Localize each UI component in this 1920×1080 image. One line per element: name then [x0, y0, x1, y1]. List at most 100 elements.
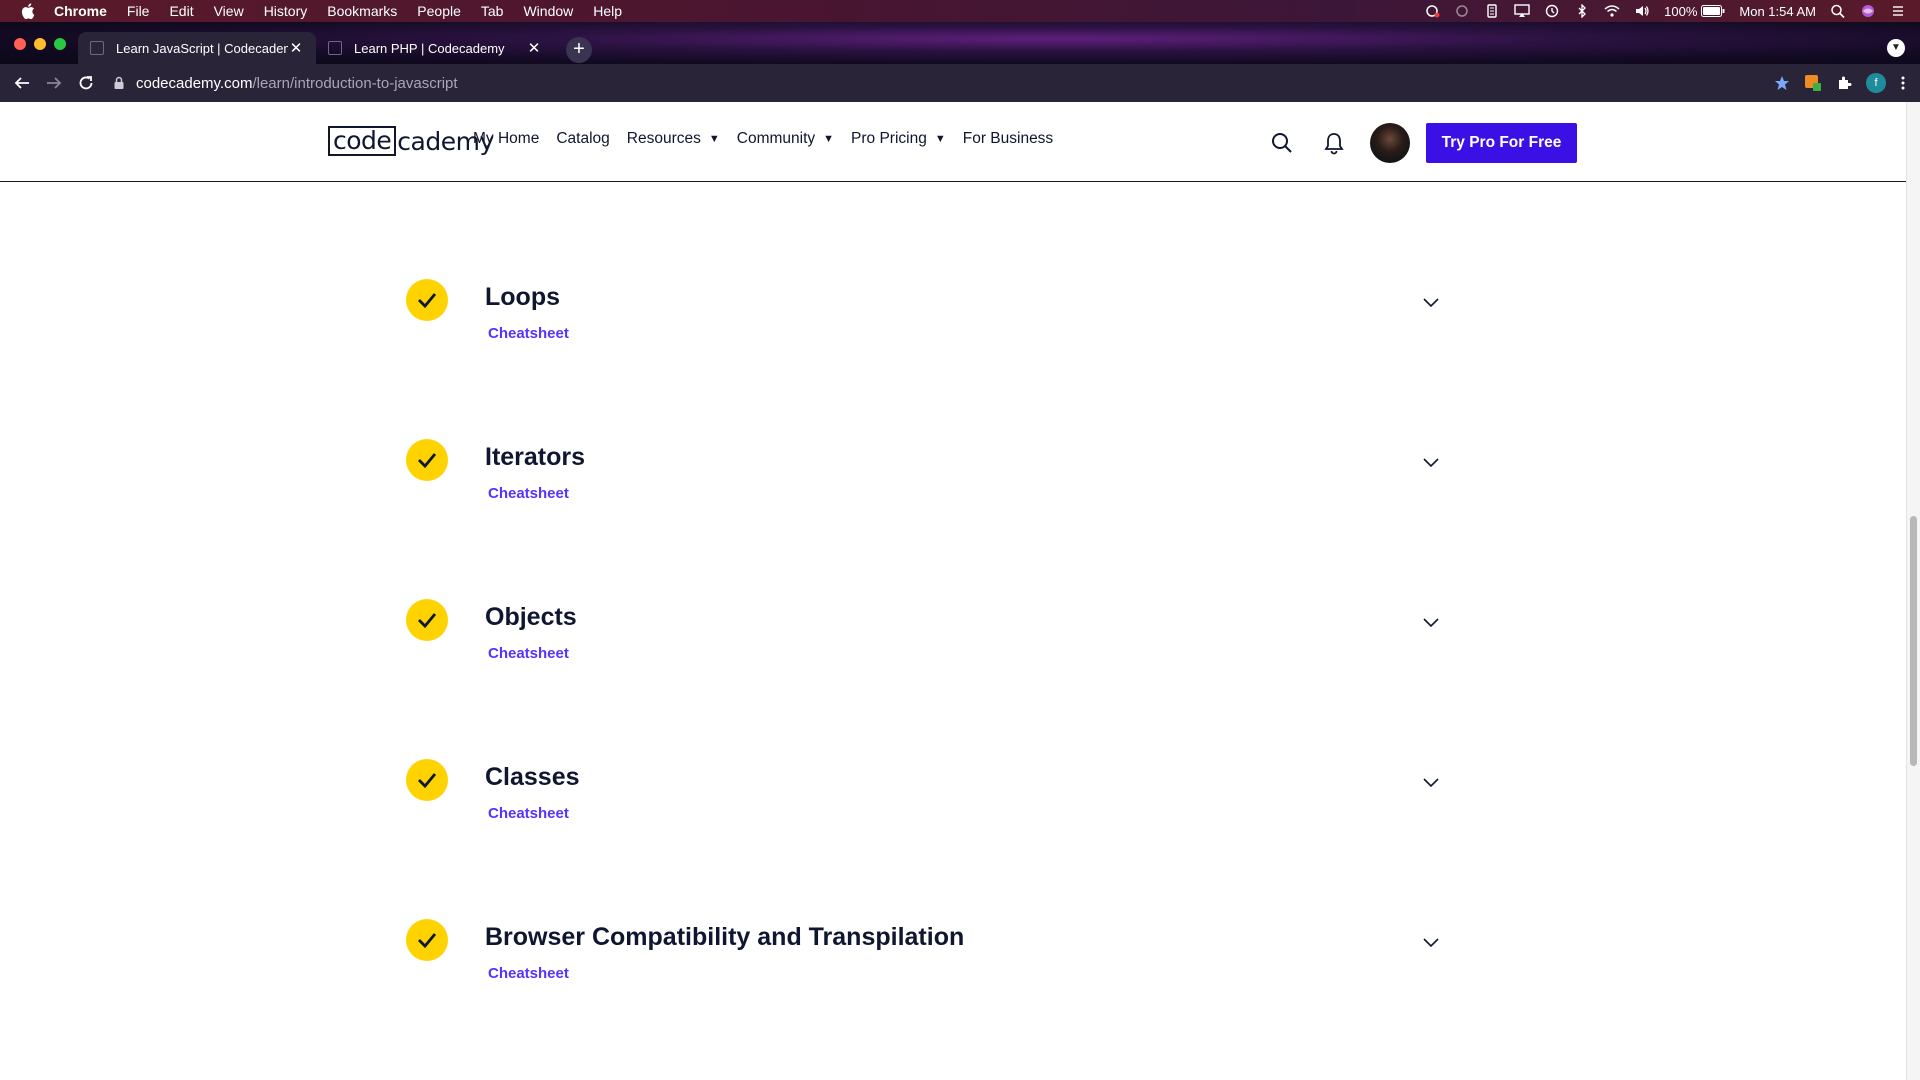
cheatsheet-link[interactable]: Cheatsheet [488, 965, 569, 982]
caret-down-icon: ▼ [934, 133, 946, 145]
nav-catalog[interactable]: Catalog [556, 130, 609, 148]
address-bar[interactable]: codecademy.com/learn/introduction-to-jav… [112, 71, 1762, 95]
forward-arrow-icon[interactable] [44, 73, 64, 93]
bookmark-star-icon[interactable] [1774, 75, 1790, 91]
completed-check-icon [406, 599, 448, 641]
menu-view[interactable]: View [214, 3, 244, 19]
menu-bookmarks[interactable]: Bookmarks [327, 3, 397, 19]
time-machine-icon[interactable] [1544, 4, 1560, 18]
url-host: codecademy.com [136, 74, 253, 92]
nav-resources[interactable]: Resources ▼ [627, 130, 720, 148]
completed-check-icon [406, 759, 448, 801]
tab-search-icon[interactable]: ▼ [1887, 39, 1905, 57]
nav-link-label: Pro Pricing [851, 130, 927, 147]
chevron-down-icon[interactable] [1422, 613, 1440, 631]
window-close-button[interactable] [14, 38, 26, 50]
os-menu-bar: Chrome File Edit View History Bookmarks … [0, 0, 1920, 22]
back-arrow-icon[interactable] [12, 73, 32, 93]
extension-badge-icon[interactable] [1804, 74, 1822, 92]
chevron-down-icon[interactable] [1422, 933, 1440, 951]
module-row[interactable]: Classes Cheatsheet [406, 759, 1442, 829]
menu-app-name[interactable]: Chrome [54, 3, 107, 19]
cheatsheet-link[interactable]: Cheatsheet [488, 485, 569, 502]
menu-history[interactable]: History [264, 3, 308, 19]
menu-file[interactable]: File [127, 3, 150, 19]
battery-status[interactable]: 100% [1664, 4, 1725, 19]
cheatsheet-link[interactable]: Cheatsheet [488, 325, 569, 342]
menu-people[interactable]: People [417, 3, 461, 19]
clock[interactable]: Mon 1:54 AM [1739, 4, 1816, 19]
nav-link-label: Catalog [556, 130, 610, 147]
tab-close-icon[interactable]: ✕ [526, 39, 542, 57]
creative-cloud-icon[interactable] [1424, 4, 1440, 18]
browser-tab-php[interactable]: Learn PHP | Codecademy ✕ [316, 32, 554, 64]
new-tab-button[interactable]: + [566, 37, 592, 63]
profile-avatar[interactable]: f [1866, 73, 1886, 93]
airplay-icon[interactable] [1514, 4, 1530, 18]
completed-check-icon [406, 439, 448, 481]
codecademy-favicon-icon [90, 41, 104, 55]
logo-boxed-text: code [328, 126, 397, 156]
module-row[interactable]: Browser Compatibility and Transpilation … [406, 919, 1442, 989]
lock-icon [114, 76, 124, 89]
menu-edit[interactable]: Edit [169, 3, 193, 19]
search-icon[interactable] [1270, 131, 1294, 155]
module-title: Objects [485, 603, 577, 631]
reload-icon[interactable] [76, 73, 96, 93]
control-center-icon[interactable] [1890, 4, 1906, 18]
menu-window[interactable]: Window [523, 3, 573, 19]
codecademy-logo[interactable]: code cademy [328, 126, 494, 156]
nav-pro-pricing[interactable]: Pro Pricing ▼ [851, 130, 946, 148]
caret-down-icon: ▼ [823, 133, 835, 145]
wifi-icon[interactable] [1604, 4, 1620, 18]
page-viewport: code cademy My Home Catalog Resources ▼ Co… [0, 102, 1906, 1080]
tab-close-icon[interactable]: ✕ [288, 39, 304, 57]
completed-check-icon [406, 919, 448, 961]
battery-icon [1701, 5, 1725, 17]
chevron-down-icon[interactable] [1422, 773, 1440, 791]
sync-icon[interactable] [1454, 4, 1470, 18]
codecademy-favicon-icon [328, 41, 342, 55]
profile-avatar-letter: f [1866, 73, 1886, 93]
module-row[interactable]: Objects Cheatsheet [406, 599, 1442, 669]
site-nav-links: My Home Catalog Resources ▼ Community ▼ Pr… [473, 130, 1070, 148]
nav-for-business[interactable]: For Business [963, 130, 1053, 148]
nav-my-home[interactable]: My Home [473, 130, 539, 148]
bell-icon[interactable] [1323, 131, 1345, 155]
try-pro-button[interactable]: Try Pro For Free [1426, 123, 1577, 163]
nav-community[interactable]: Community ▼ [737, 130, 834, 148]
module-row[interactable]: Iterators Cheatsheet [406, 439, 1442, 509]
volume-icon[interactable] [1634, 4, 1650, 18]
apple-icon[interactable] [20, 3, 36, 19]
caret-down-icon: ▼ [708, 133, 720, 145]
module-row[interactable]: Loops Cheatsheet [406, 279, 1442, 349]
menu-tab[interactable]: Tab [481, 3, 504, 19]
window-zoom-button[interactable] [54, 38, 66, 50]
memory-icon[interactable] [1484, 4, 1500, 18]
module-title: Classes [485, 763, 580, 791]
extensions-puzzle-icon[interactable] [1836, 75, 1852, 91]
user-avatar[interactable] [1370, 123, 1410, 163]
browser-tab-javascript[interactable]: Learn JavaScript | Codecademy ✕ [78, 32, 316, 64]
spotlight-icon[interactable] [1830, 4, 1846, 18]
completed-check-icon [406, 279, 448, 321]
cheatsheet-link[interactable]: Cheatsheet [488, 645, 569, 662]
battery-percent: 100% [1664, 3, 1698, 19]
bluetooth-icon[interactable] [1574, 4, 1590, 18]
nav-link-label: Community [736, 130, 816, 147]
browser-menu-kebab-icon[interactable] [1900, 75, 1906, 91]
nav-link-label: Resources [626, 130, 701, 147]
menu-help[interactable]: Help [593, 3, 622, 19]
siri-icon[interactable] [1860, 4, 1876, 18]
tab-title: Learn JavaScript | Codecademy [116, 40, 288, 56]
nav-link-label: My Home [473, 130, 540, 147]
chevron-down-icon[interactable] [1422, 453, 1440, 471]
cheatsheet-link[interactable]: Cheatsheet [488, 805, 569, 822]
site-header: code cademy My Home Catalog Resources ▼ Co… [0, 102, 1906, 182]
chevron-down-icon[interactable] [1422, 293, 1440, 311]
page-scrollbar[interactable] [1906, 102, 1920, 1080]
scrollbar-thumb[interactable] [1910, 516, 1917, 766]
window-minimize-button[interactable] [34, 38, 46, 50]
module-title: Loops [485, 283, 560, 311]
tab-title: Learn PHP | Codecademy [354, 40, 505, 56]
